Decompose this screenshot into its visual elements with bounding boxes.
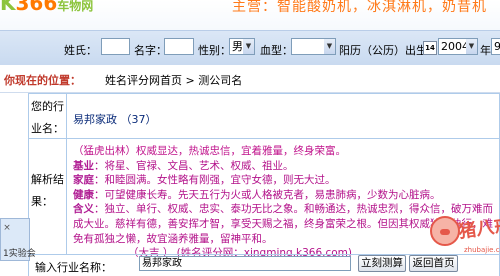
industry-header: 您的行 业名：	[29, 94, 67, 138]
analysis-item: 健康：可望健康长寿。先天五行为火或人格被克者，易患肺病，少数为心脏病。	[73, 188, 495, 203]
birth-month-value: 9	[494, 40, 500, 53]
blood-type-label: 血型：	[260, 44, 293, 57]
logo-suffix: 车物网	[57, 0, 94, 13]
calculate-button[interactable]: 立刻测算	[358, 255, 406, 272]
surname-input[interactable]	[101, 38, 130, 55]
birth-year-value: 2004	[441, 40, 469, 53]
top-banner: K366车物网 主营：智能酸奶机，冰淇淋机，奶昔机	[0, 0, 500, 30]
analysis-label-line2: 果：	[31, 195, 53, 208]
given-name-label: 名字：	[134, 44, 167, 57]
item-key: 基业	[73, 159, 94, 172]
gender-select[interactable]: 男 ▼	[229, 38, 255, 55]
location-label: 你现在的位置：	[4, 74, 81, 87]
gender-value: 男	[232, 40, 243, 53]
watermark: 猪八戒 zhubajie.com	[424, 212, 500, 261]
industry-input[interactable]: 易邦家政	[139, 256, 351, 271]
chevron-down-icon: ▼	[324, 39, 335, 54]
analysis-item: 基业：将星、官禄、文昌、艺术、权威、祖业。	[73, 159, 495, 174]
item-key: 含义	[73, 203, 94, 216]
calendar-icon[interactable]: 14	[423, 41, 437, 55]
chevron-down-icon: ▼	[466, 39, 477, 54]
year-unit-label: 年	[480, 44, 491, 57]
analysis-label-line1: 解析结	[31, 173, 64, 186]
birth-year-select[interactable]: 2004 ▼	[438, 38, 478, 55]
side-popup: × 1实验会	[0, 218, 36, 261]
industry-label-line2: 业名：	[31, 122, 64, 135]
birth-month-select[interactable]: 9	[491, 38, 500, 55]
analysis-item: 家庭：和睦圆满。女性略有刚强，宜守女德，则无大过。	[73, 173, 495, 188]
industry-cell: 易邦家政 （37）	[67, 94, 499, 138]
item-key: 家庭	[73, 174, 94, 187]
blood-type-select[interactable]: ▼	[291, 38, 336, 55]
watermark-site: zhubajie.com	[464, 246, 500, 254]
item-key: 健康	[73, 188, 94, 201]
chevron-down-icon: ▼	[243, 39, 254, 54]
item-text: ：和睦圆满。女性略有刚强，宜守女德，则无大过。	[94, 174, 336, 187]
name-form-bar: 姓氏： 名字： 性别： 男 ▼ 血型： ▼ 阳历（公历）出生： 14 2004 …	[0, 30, 500, 66]
logo-prefix: K	[0, 0, 16, 15]
close-icon[interactable]: ×	[1, 222, 13, 234]
logo-main: 366	[15, 0, 58, 15]
breadcrumb-path[interactable]: 姓名评分网首页 > 测公司名	[105, 72, 242, 88]
breadcrumb: 你现在的位置： 姓名评分网首页 > 测公司名	[0, 65, 500, 93]
analysis-header: 解析结 果：	[29, 139, 67, 254]
side-popup-text: 1实验会	[3, 249, 36, 259]
surname-label: 姓氏：	[64, 44, 97, 57]
item-text: ：将星、官禄、文昌、艺术、权威、祖业。	[94, 159, 294, 172]
industry-name-value: 易邦家政 （37）	[73, 113, 157, 126]
analysis-summary: （猛虎出林）权威显达，热诚忠信，宜着雅量，终身荣富。	[73, 145, 346, 157]
gender-label: 性别：	[198, 44, 231, 57]
industry-row: 您的行 业名： 易邦家政 （37）	[28, 93, 500, 139]
industry-input-label: 输入行业名称：	[35, 261, 112, 274]
site-logo[interactable]: K366车物网	[0, 0, 93, 15]
watermark-text: 猪八戒	[457, 214, 500, 243]
pig-logo-icon	[430, 216, 460, 246]
promo-text: 主营：智能酸奶机，冰淇淋机，奶昔机	[232, 0, 487, 15]
given-name-input[interactable]	[164, 38, 194, 55]
industry-label-line1: 您的行	[31, 100, 64, 113]
item-text: ：可望健康长寿。先天五行为火或人格被克者，易患肺病，少数为心脏病。	[94, 188, 441, 201]
